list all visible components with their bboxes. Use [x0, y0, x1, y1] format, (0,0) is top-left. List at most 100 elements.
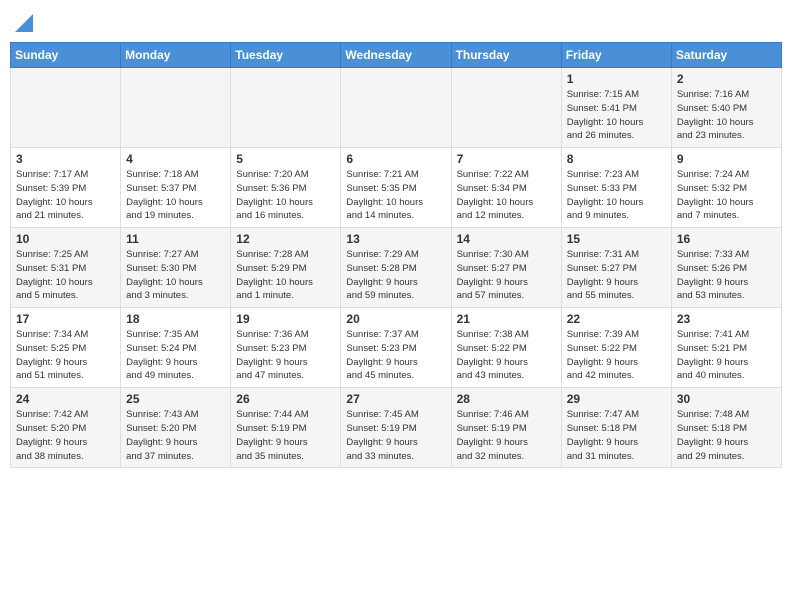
day-header-saturday: Saturday	[671, 43, 781, 68]
week-row-4: 17 Sunrise: 7:34 AM Sunset: 5:25 PM Dayli…	[11, 308, 782, 388]
day-number: 21	[457, 312, 556, 326]
day-cell: 3Sunrise: 7:17 AM Sunset: 5:39 PM Daylig…	[11, 148, 121, 228]
day-cell: 17 Sunrise: 7:34 AM Sunset: 5:25 PM Dayli…	[11, 308, 121, 388]
day-cell: 27 Sunrise: 7:45 AM Sunset: 5:19 PM Dayli…	[341, 388, 451, 468]
day-info: Sunrise: 7:38 AM Sunset: 5:22 PM Dayligh…	[457, 328, 556, 383]
day-header-wednesday: Wednesday	[341, 43, 451, 68]
day-info: Sunrise: 7:43 AM Sunset: 5:20 PM Dayligh…	[126, 408, 225, 463]
day-info: Sunrise: 7:20 AM Sunset: 5:36 PM Dayligh…	[236, 168, 335, 223]
day-info: Sunrise: 7:33 AM Sunset: 5:26 PM Dayligh…	[677, 248, 776, 303]
day-cell: 11 Sunrise: 7:27 AM Sunset: 5:30 PM Dayli…	[121, 228, 231, 308]
day-number: 20	[346, 312, 445, 326]
day-cell: 4 Sunrise: 7:18 AM Sunset: 5:37 PM Daylig…	[121, 148, 231, 228]
day-number: 3	[16, 152, 115, 166]
day-cell: 6 Sunrise: 7:21 AM Sunset: 5:35 PM Daylig…	[341, 148, 451, 228]
day-number: 6	[346, 152, 445, 166]
day-cell: 24Sunrise: 7:42 AM Sunset: 5:20 PM Dayli…	[11, 388, 121, 468]
day-number: 12	[236, 232, 335, 246]
logo-triangle-icon	[15, 14, 33, 32]
day-cell: 28 Sunrise: 7:46 AM Sunset: 5:19 PM Dayli…	[451, 388, 561, 468]
day-info: Sunrise: 7:39 AM Sunset: 5:22 PM Dayligh…	[567, 328, 666, 383]
week-row-5: 24Sunrise: 7:42 AM Sunset: 5:20 PM Dayli…	[11, 388, 782, 468]
day-cell: 30 Sunrise: 7:48 AM Sunset: 5:18 PM Dayli…	[671, 388, 781, 468]
week-row-2: 3Sunrise: 7:17 AM Sunset: 5:39 PM Daylig…	[11, 148, 782, 228]
day-cell: 15 Sunrise: 7:31 AM Sunset: 5:27 PM Dayli…	[561, 228, 671, 308]
day-info: Sunrise: 7:36 AM Sunset: 5:23 PM Dayligh…	[236, 328, 335, 383]
day-cell: 1 Sunrise: 7:15 AM Sunset: 5:41 PM Daylig…	[561, 68, 671, 148]
calendar-table: SundayMondayTuesdayWednesdayThursdayFrid…	[10, 42, 782, 468]
day-info: Sunrise: 7:28 AM Sunset: 5:29 PM Dayligh…	[236, 248, 335, 303]
day-header-sunday: Sunday	[11, 43, 121, 68]
logo-text	[14, 10, 33, 34]
day-cell: 10Sunrise: 7:25 AM Sunset: 5:31 PM Dayli…	[11, 228, 121, 308]
day-number: 15	[567, 232, 666, 246]
day-header-friday: Friday	[561, 43, 671, 68]
day-info: Sunrise: 7:24 AM Sunset: 5:32 PM Dayligh…	[677, 168, 776, 223]
day-header-tuesday: Tuesday	[231, 43, 341, 68]
day-cell	[11, 68, 121, 148]
day-info: Sunrise: 7:46 AM Sunset: 5:19 PM Dayligh…	[457, 408, 556, 463]
day-number: 25	[126, 392, 225, 406]
day-number: 7	[457, 152, 556, 166]
day-number: 30	[677, 392, 776, 406]
page-header	[10, 10, 782, 34]
day-cell: 23 Sunrise: 7:41 AM Sunset: 5:21 PM Dayli…	[671, 308, 781, 388]
day-info: Sunrise: 7:45 AM Sunset: 5:19 PM Dayligh…	[346, 408, 445, 463]
day-cell: 21 Sunrise: 7:38 AM Sunset: 5:22 PM Dayli…	[451, 308, 561, 388]
day-info: Sunrise: 7:37 AM Sunset: 5:23 PM Dayligh…	[346, 328, 445, 383]
day-number: 24	[16, 392, 115, 406]
day-cell: 7Sunrise: 7:22 AM Sunset: 5:34 PM Daylig…	[451, 148, 561, 228]
day-cell: 29Sunrise: 7:47 AM Sunset: 5:18 PM Dayli…	[561, 388, 671, 468]
day-cell: 8Sunrise: 7:23 AM Sunset: 5:33 PM Daylig…	[561, 148, 671, 228]
week-row-1: 1 Sunrise: 7:15 AM Sunset: 5:41 PM Daylig…	[11, 68, 782, 148]
day-info: Sunrise: 7:47 AM Sunset: 5:18 PM Dayligh…	[567, 408, 666, 463]
day-info: Sunrise: 7:18 AM Sunset: 5:37 PM Dayligh…	[126, 168, 225, 223]
day-cell	[231, 68, 341, 148]
day-info: Sunrise: 7:30 AM Sunset: 5:27 PM Dayligh…	[457, 248, 556, 303]
day-cell: 5Sunrise: 7:20 AM Sunset: 5:36 PM Daylig…	[231, 148, 341, 228]
day-info: Sunrise: 7:34 AM Sunset: 5:25 PM Dayligh…	[16, 328, 115, 383]
day-cell: 18 Sunrise: 7:35 AM Sunset: 5:24 PM Dayli…	[121, 308, 231, 388]
day-number: 26	[236, 392, 335, 406]
day-info: Sunrise: 7:29 AM Sunset: 5:28 PM Dayligh…	[346, 248, 445, 303]
day-number: 4	[126, 152, 225, 166]
day-cell: 9 Sunrise: 7:24 AM Sunset: 5:32 PM Daylig…	[671, 148, 781, 228]
day-number: 19	[236, 312, 335, 326]
day-number: 13	[346, 232, 445, 246]
day-cell: 16 Sunrise: 7:33 AM Sunset: 5:26 PM Dayli…	[671, 228, 781, 308]
day-info: Sunrise: 7:35 AM Sunset: 5:24 PM Dayligh…	[126, 328, 225, 383]
day-cell: 20 Sunrise: 7:37 AM Sunset: 5:23 PM Dayli…	[341, 308, 451, 388]
day-info: Sunrise: 7:23 AM Sunset: 5:33 PM Dayligh…	[567, 168, 666, 223]
day-cell	[451, 68, 561, 148]
day-number: 11	[126, 232, 225, 246]
day-number: 18	[126, 312, 225, 326]
day-number: 17	[16, 312, 115, 326]
day-info: Sunrise: 7:27 AM Sunset: 5:30 PM Dayligh…	[126, 248, 225, 303]
day-number: 22	[567, 312, 666, 326]
day-cell: 2 Sunrise: 7:16 AM Sunset: 5:40 PM Daylig…	[671, 68, 781, 148]
day-info: Sunrise: 7:31 AM Sunset: 5:27 PM Dayligh…	[567, 248, 666, 303]
day-info: Sunrise: 7:21 AM Sunset: 5:35 PM Dayligh…	[346, 168, 445, 223]
day-number: 1	[567, 72, 666, 86]
logo	[14, 10, 33, 34]
week-row-3: 10Sunrise: 7:25 AM Sunset: 5:31 PM Dayli…	[11, 228, 782, 308]
day-number: 23	[677, 312, 776, 326]
day-info: Sunrise: 7:25 AM Sunset: 5:31 PM Dayligh…	[16, 248, 115, 303]
day-info: Sunrise: 7:16 AM Sunset: 5:40 PM Dayligh…	[677, 88, 776, 143]
day-info: Sunrise: 7:41 AM Sunset: 5:21 PM Dayligh…	[677, 328, 776, 383]
day-info: Sunrise: 7:48 AM Sunset: 5:18 PM Dayligh…	[677, 408, 776, 463]
day-info: Sunrise: 7:15 AM Sunset: 5:41 PM Dayligh…	[567, 88, 666, 143]
day-cell: 19 Sunrise: 7:36 AM Sunset: 5:23 PM Dayli…	[231, 308, 341, 388]
day-number: 27	[346, 392, 445, 406]
day-cell: 25 Sunrise: 7:43 AM Sunset: 5:20 PM Dayli…	[121, 388, 231, 468]
day-info: Sunrise: 7:44 AM Sunset: 5:19 PM Dayligh…	[236, 408, 335, 463]
day-number: 9	[677, 152, 776, 166]
day-number: 28	[457, 392, 556, 406]
days-header-row: SundayMondayTuesdayWednesdayThursdayFrid…	[11, 43, 782, 68]
day-number: 16	[677, 232, 776, 246]
day-cell: 22 Sunrise: 7:39 AM Sunset: 5:22 PM Dayli…	[561, 308, 671, 388]
day-header-thursday: Thursday	[451, 43, 561, 68]
day-cell: 12 Sunrise: 7:28 AM Sunset: 5:29 PM Dayli…	[231, 228, 341, 308]
day-header-monday: Monday	[121, 43, 231, 68]
day-number: 2	[677, 72, 776, 86]
